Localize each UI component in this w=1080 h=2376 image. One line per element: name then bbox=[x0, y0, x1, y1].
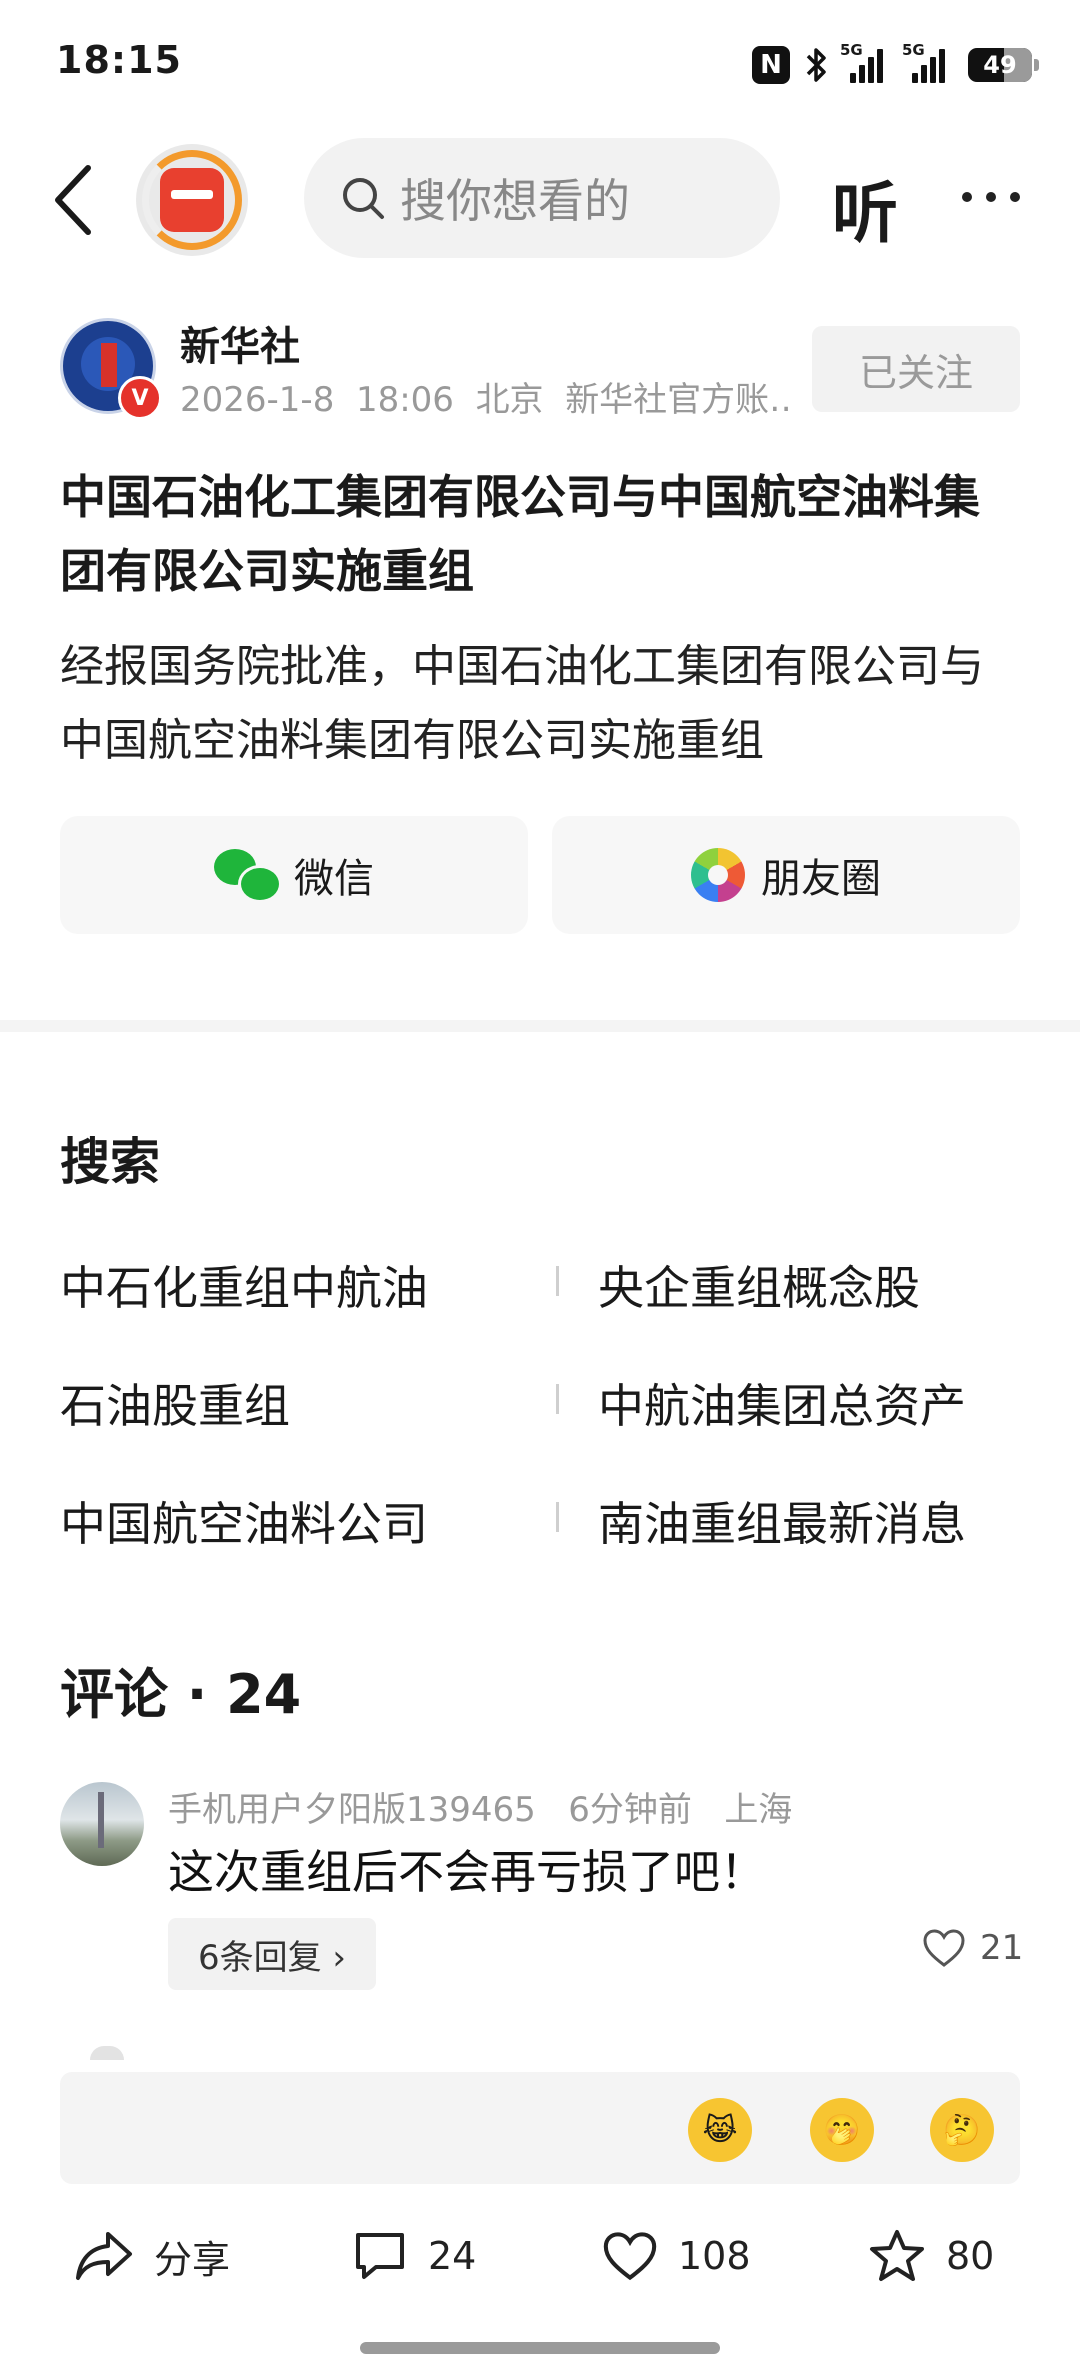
emoji-giggle-icon[interactable]: 🤭 bbox=[810, 2098, 874, 2162]
commenter-avatar[interactable] bbox=[60, 1782, 144, 1866]
listen-button[interactable]: 听 bbox=[832, 160, 898, 256]
comment-like-button[interactable]: 21 bbox=[922, 1928, 1023, 1968]
author-description: 新华社官方账… bbox=[565, 380, 790, 420]
share-moments-button[interactable]: 朋友圈 bbox=[552, 816, 1020, 934]
author-meta: 2026-1-8 18:06 北京 新华社官方账… bbox=[180, 372, 790, 421]
moments-label: 朋友圈 bbox=[761, 856, 881, 902]
search-suggestion[interactable]: 中国航空油料公司 bbox=[60, 1488, 428, 1554]
article-title: 中国石油化工集团有限公司与中国航空油料集团有限公司实施重组 bbox=[60, 470, 980, 598]
search-suggestion[interactable]: 中航油集团总资产 bbox=[598, 1370, 966, 1436]
commenter-name[interactable]: 手机用户夕阳版139465 bbox=[168, 1790, 536, 1830]
article-summary: 经报国务院批准，中国石油化工集团有限公司与中国航空油料集团有限公司实施重组 bbox=[60, 641, 984, 766]
home-indicator[interactable] bbox=[360, 2342, 720, 2354]
like-button[interactable]: 108 bbox=[602, 2220, 751, 2292]
nfc-icon: N bbox=[752, 46, 790, 84]
search-placeholder: 搜你想看的 bbox=[400, 174, 630, 228]
heart-icon bbox=[603, 2232, 657, 2281]
share-wechat-button[interactable]: 微信 bbox=[60, 816, 528, 934]
bottom-action-bar: 分享 24 108 80 bbox=[0, 2220, 1080, 2292]
emoji-laughing-icon[interactable]: 😹 bbox=[688, 2098, 752, 2162]
signal-icon-2: 5G bbox=[902, 41, 954, 83]
star-icon bbox=[870, 2230, 924, 2281]
heart-icon bbox=[923, 1929, 965, 1967]
comment-time: 6分钟前 bbox=[568, 1790, 692, 1830]
like-count: 108 bbox=[678, 2234, 751, 2278]
back-arrow-icon[interactable] bbox=[48, 160, 98, 240]
wechat-icon bbox=[214, 849, 282, 903]
publish-date: 2026-1-8 bbox=[180, 380, 335, 420]
search-icon bbox=[343, 178, 384, 219]
author-name[interactable]: 新华社 bbox=[180, 314, 300, 372]
status-time: 18:15 bbox=[56, 38, 182, 82]
share-icon bbox=[76, 2232, 132, 2280]
app-logo[interactable] bbox=[136, 144, 248, 256]
comment-icon bbox=[356, 2233, 404, 2279]
wechat-label: 微信 bbox=[294, 856, 374, 902]
battery-icon: 49 bbox=[968, 48, 1039, 82]
comment-location: 上海 bbox=[724, 1790, 793, 1830]
search-box[interactable]: 搜你想看的 bbox=[304, 138, 780, 258]
comment-text: 这次重组后不会再亏损了吧！ bbox=[168, 1845, 766, 1899]
search-section-title: 搜索 bbox=[60, 1133, 160, 1191]
search-suggestion[interactable]: 石油股重组 bbox=[60, 1370, 290, 1436]
comment-input[interactable] bbox=[60, 2072, 1020, 2184]
verified-badge-icon: V bbox=[118, 376, 162, 420]
favorite-count: 80 bbox=[946, 2234, 995, 2278]
status-icons: N 5G 5G 49 bbox=[752, 40, 1039, 90]
comment-button[interactable]: 24 bbox=[352, 2220, 476, 2292]
search-suggestion[interactable]: 央企重组概念股 bbox=[598, 1252, 920, 1318]
more-menu-icon[interactable] bbox=[962, 192, 1020, 202]
share-label: 分享 bbox=[154, 2237, 231, 2282]
comment-meta: 手机用户夕阳版139465 6分钟前 上海 bbox=[168, 1782, 792, 1831]
section-divider bbox=[0, 1020, 1080, 1032]
bluetooth-icon bbox=[806, 48, 826, 82]
suggestion-separator bbox=[556, 1266, 559, 1296]
publish-location: 北京 bbox=[475, 380, 544, 420]
battery-level: 49 bbox=[983, 51, 1017, 79]
follow-button[interactable]: 已关注 bbox=[812, 326, 1020, 412]
suggestion-separator bbox=[556, 1384, 559, 1414]
publish-time: 18:06 bbox=[355, 380, 454, 420]
emoji-thinking-icon[interactable]: 🤔 bbox=[930, 2098, 994, 2162]
view-replies-button[interactable]: 6条回复 › bbox=[168, 1918, 376, 1990]
suggestion-separator bbox=[556, 1502, 559, 1532]
search-suggestion[interactable]: 中石化重组中航油 bbox=[60, 1252, 428, 1318]
share-button[interactable]: 分享 bbox=[74, 2220, 230, 2292]
favorite-button[interactable]: 80 bbox=[868, 2220, 994, 2292]
comment-count: 24 bbox=[428, 2234, 477, 2278]
signal-icon-1: 5G bbox=[840, 41, 892, 83]
moments-icon bbox=[691, 848, 745, 902]
next-comment-avatar bbox=[90, 2046, 124, 2060]
comments-title: 评论 · 24 bbox=[60, 1663, 302, 1726]
comment-like-count: 21 bbox=[980, 1928, 1024, 1968]
search-suggestion[interactable]: 南油重组最新消息 bbox=[598, 1488, 966, 1554]
